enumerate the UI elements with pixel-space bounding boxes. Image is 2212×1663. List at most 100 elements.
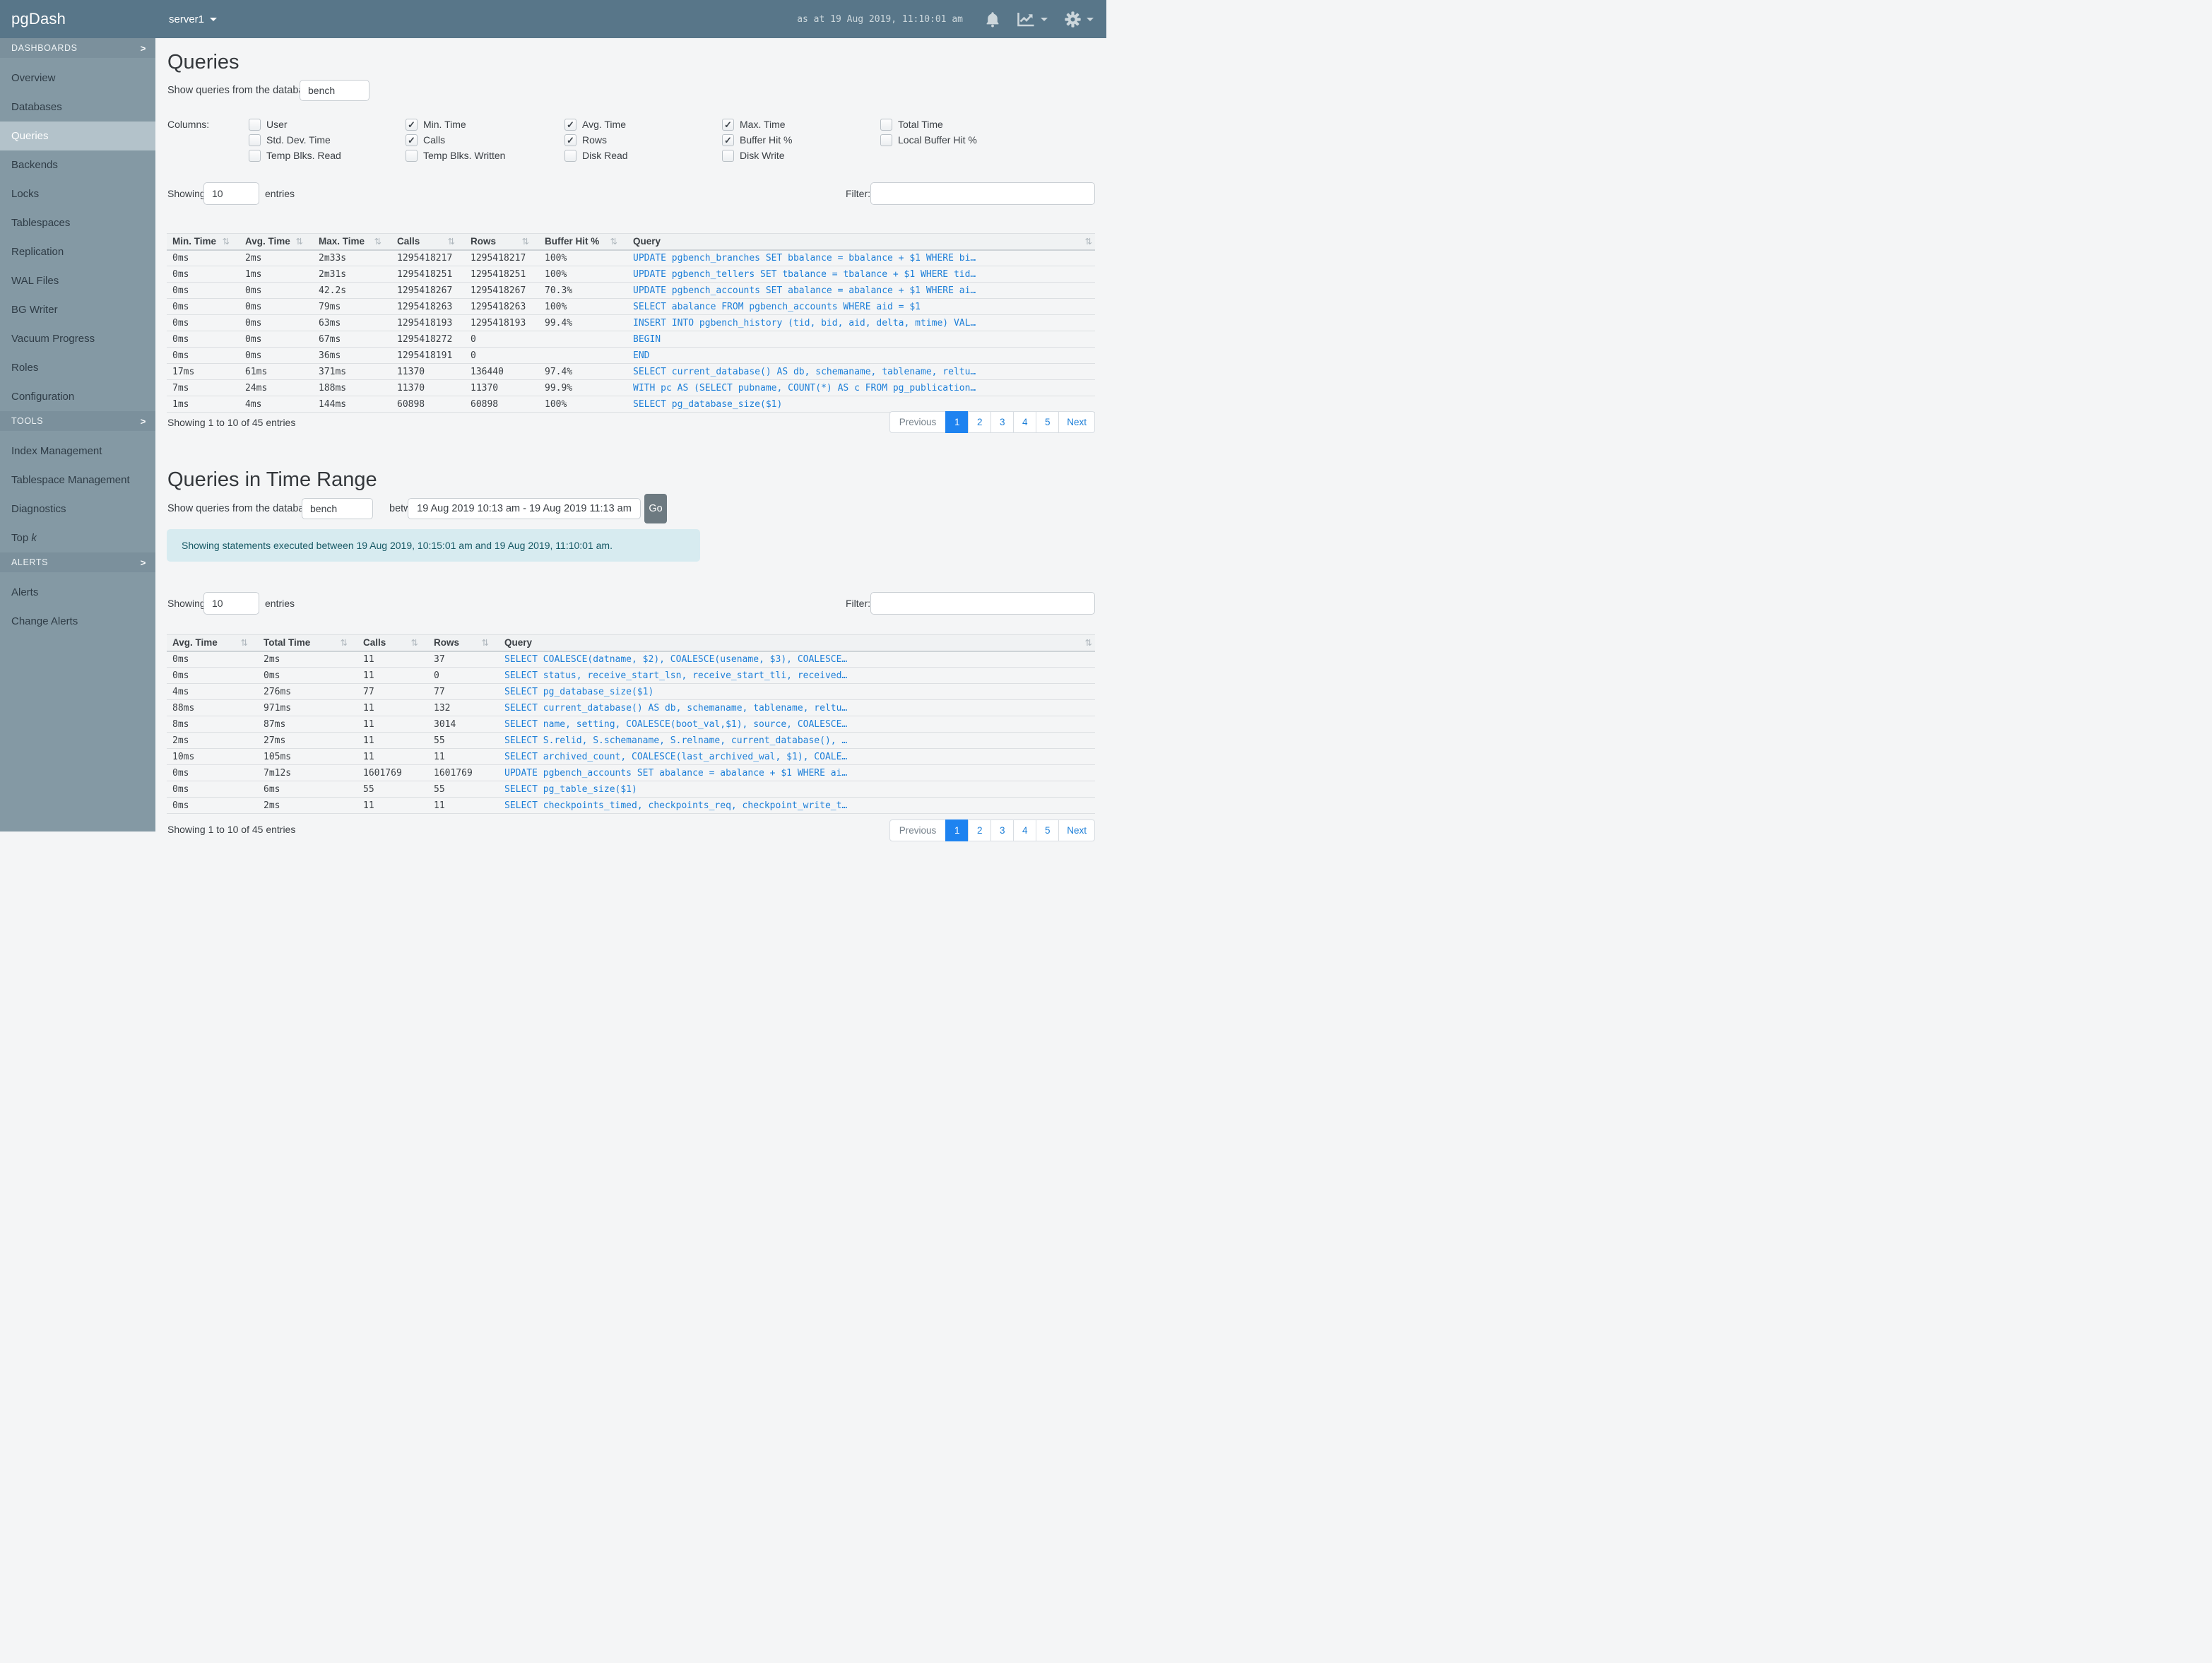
- query-link[interactable]: SELECT archived_count, COALESCE(last_arc…: [504, 752, 847, 762]
- column-checkbox-max-time[interactable]: ✓ Max. Time: [722, 117, 879, 132]
- charts-menu-button[interactable]: [1017, 12, 1048, 27]
- column-header-rows[interactable]: Rows ⇅: [428, 634, 499, 652]
- pagination-page-4[interactable]: 4: [1013, 819, 1037, 841]
- column-checkbox-min-time[interactable]: ✓ Min. Time: [406, 117, 562, 132]
- query-link[interactable]: UPDATE pgbench_accounts SET abalance = a…: [633, 285, 976, 296]
- sidebar-item-bg-writer[interactable]: BG Writer: [0, 295, 155, 324]
- column-checkbox-user[interactable]: User: [249, 117, 406, 132]
- query-link[interactable]: UPDATE pgbench_tellers SET tbalance = tb…: [633, 269, 976, 280]
- column-checkbox-total-time[interactable]: Total Time: [880, 117, 1037, 132]
- query-link[interactable]: SELECT current_database() AS db, scheman…: [504, 703, 847, 714]
- column-checkbox-buffer-hit-pct[interactable]: ✓ Buffer Hit %: [722, 132, 879, 148]
- column-checkbox-local-buffer-hit-pct[interactable]: Local Buffer Hit %: [880, 132, 1037, 148]
- sidebar-item-roles[interactable]: Roles: [0, 353, 155, 382]
- pagination-page-1[interactable]: 1: [945, 411, 969, 433]
- column-header-buffer-hit-pct[interactable]: Buffer Hit % ⇅: [539, 233, 627, 251]
- sidebar-section-alerts[interactable]: ALERTS >: [0, 552, 155, 572]
- sidebar-item-tablespace-management[interactable]: Tablespace Management: [0, 466, 155, 495]
- sidebar-item-index-management[interactable]: Index Management: [0, 437, 155, 466]
- pagination-next[interactable]: Next: [1058, 411, 1095, 433]
- column-header-total-time[interactable]: Total Time ⇅: [258, 634, 357, 652]
- query-link[interactable]: SELECT abalance FROM pgbench_accounts WH…: [633, 302, 921, 312]
- query-link[interactable]: BEGIN: [633, 334, 661, 345]
- db-input[interactable]: [300, 80, 369, 101]
- column-header-calls[interactable]: Calls ⇅: [391, 233, 465, 251]
- query-link[interactable]: SELECT S.relid, S.schemaname, S.relname,…: [504, 735, 847, 746]
- settings-menu-button[interactable]: [1065, 11, 1094, 28]
- column-checkbox-disk-read[interactable]: Disk Read: [564, 148, 721, 163]
- column-checkbox-rows[interactable]: ✓ Rows: [564, 132, 721, 148]
- query-link[interactable]: WITH pc AS (SELECT pubname, COUNT(*) AS …: [633, 383, 976, 393]
- cell-min-time: 0ms: [167, 347, 239, 364]
- filter-input-1[interactable]: [870, 182, 1095, 205]
- pagination-page-3[interactable]: 3: [990, 411, 1015, 433]
- pagination-previous[interactable]: Previous: [889, 819, 947, 841]
- checkbox-unchecked-icon: [880, 134, 892, 146]
- column-checkbox-temp-blks-read[interactable]: Temp Blks. Read: [249, 148, 406, 163]
- sidebar-item-overview[interactable]: Overview: [0, 64, 155, 93]
- entries-count-input-2[interactable]: [203, 592, 259, 615]
- pagination-page-2[interactable]: 2: [968, 411, 992, 433]
- sidebar-item-top-k[interactable]: Top k: [0, 523, 155, 552]
- column-header-query[interactable]: Query ⇅: [499, 634, 1095, 652]
- query-link[interactable]: UPDATE pgbench_branches SET bbalance = b…: [633, 253, 976, 264]
- query-link[interactable]: SELECT name, setting, COALESCE(boot_val,…: [504, 719, 847, 730]
- query-link[interactable]: END: [633, 350, 649, 361]
- filter-input-2[interactable]: [870, 592, 1095, 615]
- column-checkbox-calls[interactable]: ✓ Calls: [406, 132, 562, 148]
- sidebar-section-tools[interactable]: TOOLS >: [0, 411, 155, 431]
- time-range-input[interactable]: [408, 498, 641, 519]
- query-link[interactable]: SELECT pg_table_size($1): [504, 784, 637, 795]
- sidebar-item-locks[interactable]: Locks: [0, 179, 155, 208]
- sidebar-item-backends[interactable]: Backends: [0, 150, 155, 179]
- sidebar-item-change-alerts[interactable]: Change Alerts: [0, 607, 155, 636]
- sidebar-item-vacuum-progress[interactable]: Vacuum Progress: [0, 324, 155, 353]
- pagination-page-1[interactable]: 1: [945, 819, 969, 841]
- sidebar-item-alerts[interactable]: Alerts: [0, 578, 155, 607]
- brand-logo[interactable]: pgDash: [11, 0, 66, 38]
- query-link[interactable]: SELECT current_database() AS db, scheman…: [633, 367, 976, 377]
- table-row: 0ms 0ms 11 0 SELECT status, receive_start_ls…: [167, 667, 1095, 684]
- sidebar-item-queries[interactable]: Queries: [0, 122, 155, 150]
- sidebar-item-replication[interactable]: Replication: [0, 237, 155, 266]
- column-checkbox-disk-write[interactable]: Disk Write: [722, 148, 879, 163]
- column-checkbox-temp-blks-written[interactable]: Temp Blks. Written: [406, 148, 562, 163]
- pagination-page-5[interactable]: 5: [1036, 819, 1060, 841]
- sidebar-item-wal-files[interactable]: WAL Files: [0, 266, 155, 295]
- sidebar-section-dashboards[interactable]: DASHBOARDS >: [0, 38, 155, 58]
- notifications-button[interactable]: [986, 11, 1000, 28]
- sidebar-item-diagnostics[interactable]: Diagnostics: [0, 495, 155, 523]
- pagination-page-3[interactable]: 3: [990, 819, 1015, 841]
- entries-count-input-1[interactable]: [203, 182, 259, 205]
- column-checkbox-std-dev-time[interactable]: Std. Dev. Time: [249, 132, 406, 148]
- server-selector[interactable]: server1: [169, 0, 218, 38]
- query-link[interactable]: SELECT pg_database_size($1): [504, 687, 653, 697]
- pagination-page-5[interactable]: 5: [1036, 411, 1060, 433]
- pagination-previous[interactable]: Previous: [889, 411, 947, 433]
- pagination-page-4[interactable]: 4: [1013, 411, 1037, 433]
- column-header-calls[interactable]: Calls ⇅: [357, 634, 428, 652]
- query-link[interactable]: INSERT INTO pgbench_history (tid, bid, a…: [633, 318, 976, 329]
- go-button[interactable]: Go: [644, 494, 667, 523]
- column-checkbox-avg-time[interactable]: ✓ Avg. Time: [564, 117, 721, 132]
- query-link[interactable]: SELECT pg_database_size($1): [633, 399, 782, 410]
- pagination-page-2[interactable]: 2: [968, 819, 992, 841]
- sidebar-item-tablespaces[interactable]: Tablespaces: [0, 208, 155, 237]
- column-header-query[interactable]: Query ⇅: [627, 233, 1095, 251]
- column-header-avg-time[interactable]: Avg. Time ⇅: [167, 634, 258, 652]
- pagination-next[interactable]: Next: [1058, 819, 1095, 841]
- sidebar-item-databases[interactable]: Databases: [0, 93, 155, 122]
- query-link[interactable]: SELECT checkpoints_timed, checkpoints_re…: [504, 800, 847, 811]
- column-header-rows[interactable]: Rows ⇅: [465, 233, 539, 251]
- cell-rows: 55: [428, 732, 499, 749]
- query-link[interactable]: SELECT status, receive_start_lsn, receiv…: [504, 670, 847, 681]
- sidebar-item-configuration[interactable]: Configuration: [0, 382, 155, 411]
- checkbox-checked-icon: ✓: [406, 118, 418, 131]
- column-header-avg-time[interactable]: Avg. Time ⇅: [239, 233, 313, 251]
- column-header-max-time[interactable]: Max. Time ⇅: [313, 233, 391, 251]
- query-link[interactable]: UPDATE pgbench_accounts SET abalance = a…: [504, 768, 847, 779]
- cell-query: UPDATE pgbench_tellers SET tbalance = tb…: [627, 266, 1095, 283]
- query-link[interactable]: SELECT COALESCE(datname, $2), COALESCE(u…: [504, 654, 847, 665]
- column-header-min-time[interactable]: Min. Time ⇅: [167, 233, 239, 251]
- db-input-2[interactable]: [302, 498, 373, 519]
